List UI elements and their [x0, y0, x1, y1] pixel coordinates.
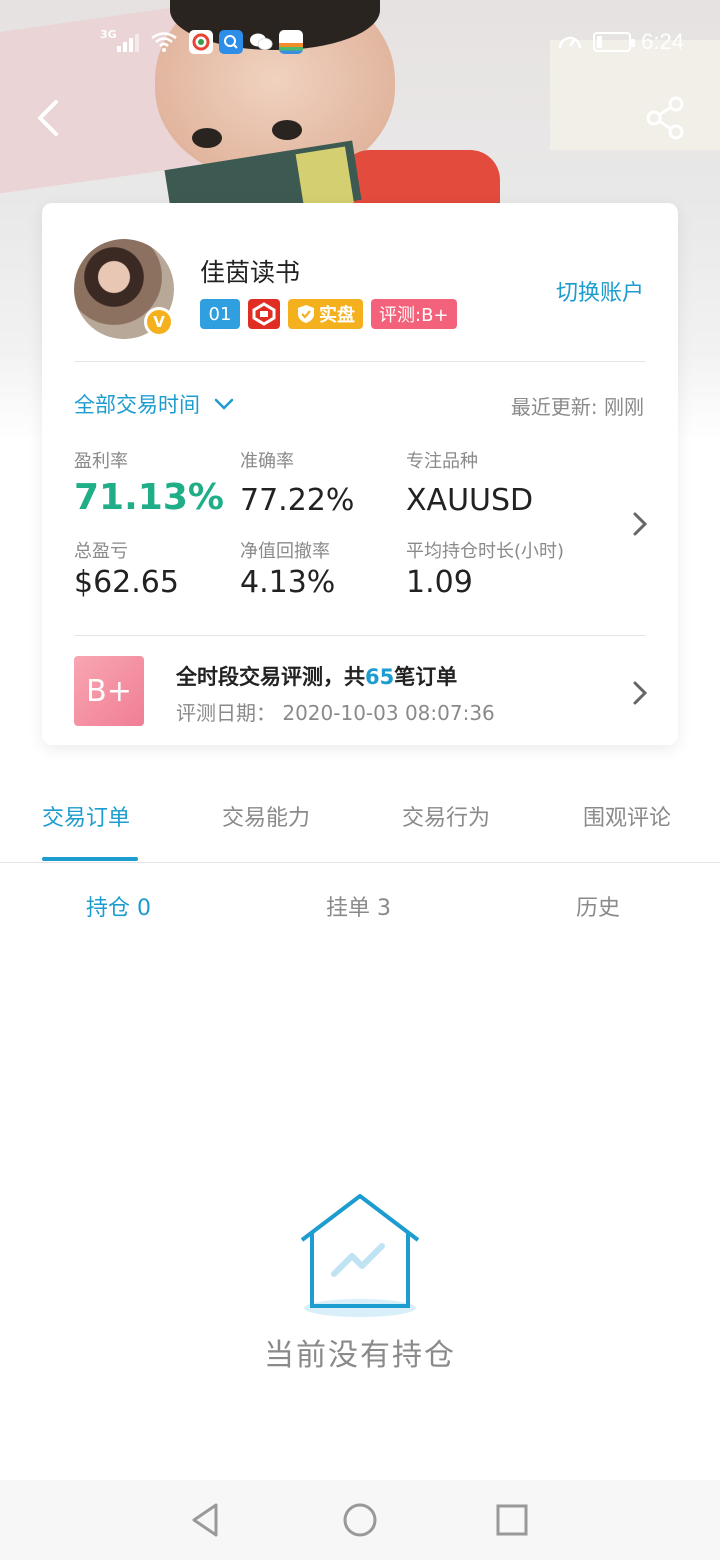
badge-row: 01 实盘 评测:B+ [200, 299, 457, 329]
empty-house-icon [300, 1194, 420, 1317]
evaluation-date: 评测日期： 2020-10-03 08:07:36 [176, 701, 495, 725]
rank-badge: 01 [200, 299, 240, 329]
divider [74, 635, 646, 636]
accuracy-label: 准确率 [240, 451, 294, 472]
focus-value: XAUUSD [406, 483, 534, 518]
subtab-pending[interactable]: 挂单 3 [326, 890, 391, 922]
switch-account-link[interactable]: 切换账户 [556, 275, 644, 307]
profit-rate-label: 盈利率 [74, 451, 128, 472]
username: 佳茵读书 [200, 258, 301, 287]
chevron-down-icon [214, 398, 234, 410]
period-label: 全部交易时间 [74, 393, 200, 417]
evaluation-title-prefix: 全时段交易评测，共 [176, 665, 365, 689]
evaluation-title-suffix: 笔订单 [394, 665, 458, 689]
live-account-badge: 实盘 [288, 299, 363, 329]
main-tabs: 交易订单 交易能力 交易行为 围观评论 [0, 780, 720, 863]
back-button[interactable] [28, 96, 68, 140]
shield-check-icon [298, 305, 314, 323]
evaluation-title[interactable]: 全时段交易评测，共65笔订单 [176, 661, 457, 691]
subtab-history[interactable]: 历史 [576, 890, 620, 922]
tab-orders[interactable]: 交易订单 [42, 800, 130, 832]
divider [74, 361, 646, 362]
wechat-icon [249, 30, 273, 54]
broker-logo-icon [248, 299, 280, 329]
profit-rate-value: 71.13% [74, 477, 224, 518]
verified-icon: V [144, 307, 174, 337]
tab-comments[interactable]: 围观评论 [583, 800, 671, 832]
profile-card: V 佳茵读书 切换账户 01 实盘 评测:B+ 全部交易时间 最近更新: 刚刚 … [42, 203, 678, 745]
speedometer-icon [558, 36, 582, 49]
last-updated: 最近更新: 刚刚 [510, 395, 644, 419]
nav-home-icon[interactable] [340, 1500, 380, 1540]
sub-tabs: 持仓 0 挂单 3 历史 [0, 870, 720, 940]
chevron-left-icon [38, 100, 58, 136]
clock: 6:24 [641, 29, 684, 54]
total-pl-label: 总盈亏 [74, 541, 128, 562]
browser-icon [218, 30, 243, 54]
system-navigation-bar [0, 1480, 720, 1560]
total-pl-value: $62.65 [74, 565, 179, 600]
nav-back-icon[interactable] [186, 1500, 226, 1540]
share-button[interactable] [644, 94, 688, 142]
grade-badge: B+ [74, 656, 144, 726]
status-bar: 3G 6:24 [0, 22, 720, 62]
network-type: 3G [100, 27, 117, 41]
evaluation-badge: 评测:B+ [371, 299, 457, 329]
chevron-right-icon[interactable] [632, 680, 648, 706]
signal-icon [116, 32, 139, 52]
hold-time-value: 1.09 [406, 565, 473, 600]
active-tab-indicator [42, 857, 138, 861]
focus-label: 专注品种 [406, 451, 478, 472]
tab-ability[interactable]: 交易能力 [222, 800, 310, 832]
order-count: 65 [365, 665, 395, 689]
drawdown-label: 净值回撤率 [240, 541, 330, 562]
subtab-positions[interactable]: 持仓 0 [86, 890, 151, 922]
period-selector[interactable]: 全部交易时间 [74, 389, 234, 419]
hold-time-label: 平均持仓时长(小时) [406, 541, 565, 562]
life-app-icon [278, 30, 303, 54]
empty-state-message: 当前没有持仓 [264, 1338, 456, 1373]
nav-recents-icon[interactable] [492, 1500, 532, 1540]
drawdown-value: 4.13% [240, 565, 336, 600]
baidu-map-icon [188, 30, 213, 54]
live-label: 实盘 [319, 305, 355, 326]
wifi-icon [150, 32, 177, 52]
chevron-right-icon[interactable] [632, 511, 648, 537]
accuracy-value: 77.22% [240, 483, 355, 518]
tab-behavior[interactable]: 交易行为 [402, 800, 490, 832]
battery-icon [593, 32, 636, 52]
